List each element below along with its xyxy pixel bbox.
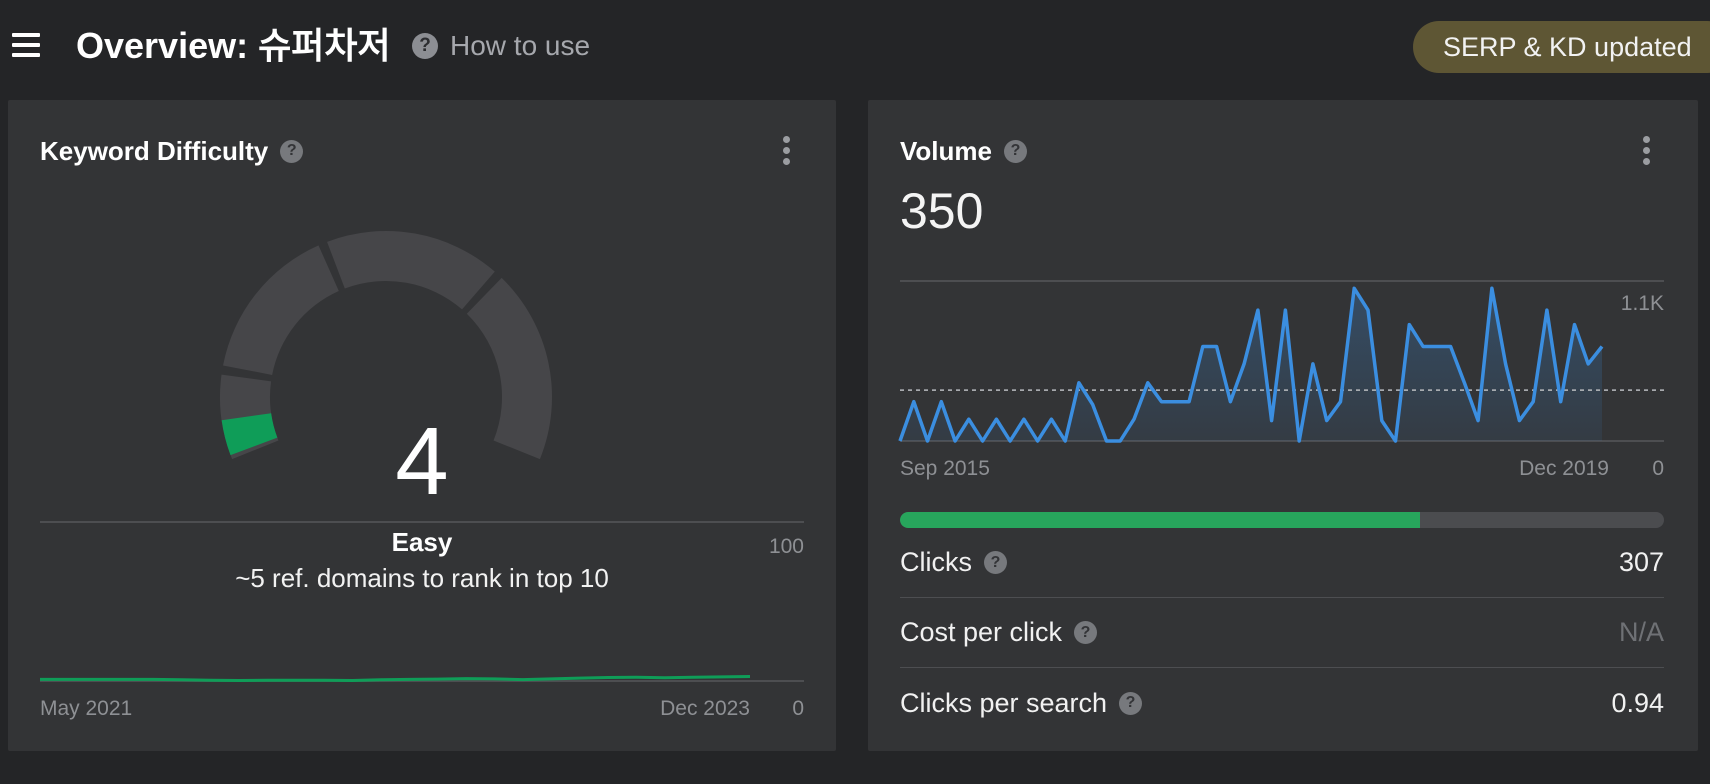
- volume-card: Volume ? 350 1.1K Sep 2015 Dec 2019 0 Cl…: [868, 100, 1698, 751]
- hamburger-menu-icon[interactable]: [12, 33, 40, 57]
- metric-row-cpc: Cost per click ? N/A: [900, 598, 1664, 668]
- how-to-use-link[interactable]: ? How to use: [412, 28, 590, 64]
- metric-row-clicks: Clicks ? 307: [900, 528, 1664, 598]
- metric-cpc-value: N/A: [1618, 617, 1664, 647]
- how-to-use-label: How to use: [450, 30, 591, 61]
- kd-chart-start-date: May 2021: [40, 697, 133, 720]
- volume-chart-end-date: Dec 2019: [1519, 457, 1609, 480]
- kd-history-chart: [40, 521, 804, 683]
- keyword-difficulty-card: Keyword Difficulty ? 4 Easy ~5 ref. doma…: [8, 100, 836, 751]
- volume-chart-start-date: Sep 2015: [900, 457, 990, 480]
- metric-clicks-value: 307: [1618, 547, 1664, 577]
- volume-chart-ymin: 0: [1652, 457, 1664, 480]
- page-title: Overview: 슈퍼차저: [76, 25, 391, 66]
- kd-history-line: [40, 675, 751, 683]
- volume-chart-ymax: 1.1K: [1620, 292, 1664, 315]
- kd-chart-end-date: Dec 2023: [660, 697, 750, 720]
- metric-row-clicks-per-search: Clicks per search ? 0.94: [900, 668, 1664, 738]
- cpc-help-icon[interactable]: ?: [1074, 621, 1098, 644]
- metric-cps-value: 0.94: [1611, 687, 1664, 718]
- clicks-share-fill: [900, 512, 1420, 528]
- clicks-share-bar: [900, 512, 1664, 528]
- metric-cps-label: Clicks per search: [900, 687, 1108, 718]
- metric-cpc-label: Cost per click: [900, 617, 1063, 647]
- question-icon: ?: [412, 33, 438, 59]
- top-bar: Overview: 슈퍼차저 ? How to use SERP & KD up…: [0, 0, 1710, 92]
- kd-chart-ymin: 0: [792, 697, 804, 720]
- metric-clicks-label: Clicks: [900, 547, 972, 577]
- serp-kd-updated-badge[interactable]: SERP & KD updated: [1413, 21, 1710, 73]
- kd-chart-ymax: 100: [768, 535, 804, 558]
- volume-history-chart: [898, 280, 1664, 443]
- clicks-help-icon[interactable]: ?: [984, 551, 1007, 574]
- cps-help-icon[interactable]: ?: [1119, 691, 1143, 715]
